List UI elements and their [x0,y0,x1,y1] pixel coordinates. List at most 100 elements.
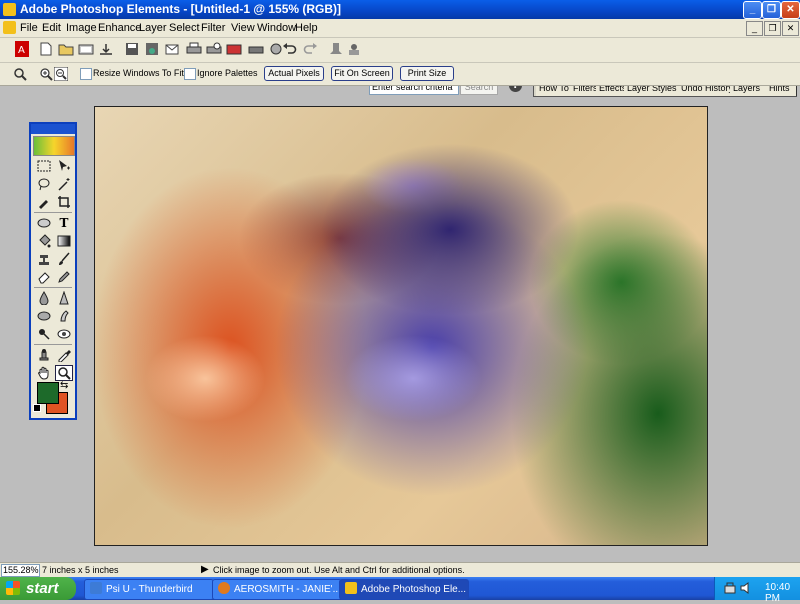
shortcuts-bar: A Enter search criteria Search ? How To … [0,38,800,97]
gradient-tool-icon[interactable] [55,233,73,249]
step-forward-icon[interactable] [346,41,362,57]
title-bar: Adobe Photoshop Elements - [Untitled-1 @… [0,0,800,19]
image-canvas[interactable] [94,106,708,546]
menu-enhance[interactable]: Enhance [98,22,141,34]
thunderbird-icon [90,582,102,594]
magic-wand-icon[interactable] [55,176,73,192]
task-photoshop[interactable]: Adobe Photoshop Ele... [339,579,469,600]
start-button[interactable]: start [0,577,76,600]
fit-on-screen-button[interactable]: Fit On Screen [331,66,393,81]
tray-device-icon[interactable] [723,581,737,598]
marquee-tool-icon[interactable] [35,158,53,174]
smudge-tool-icon[interactable] [55,308,73,324]
options-bar: Resize Windows To Fit Ignore Palettes Ac… [0,63,800,86]
tray-volume-icon[interactable] [739,581,753,598]
type-tool-icon[interactable]: T [55,215,73,231]
blur-tool-icon[interactable] [35,290,53,306]
task-firefox[interactable]: AEROSMITH - JANIE'... [212,579,342,600]
redo-icon [302,41,318,57]
task-thunderbird[interactable]: Psi U - Thunderbird [84,579,214,600]
sharpen-tool-icon[interactable] [55,290,73,306]
menu-layer[interactable]: Layer [139,22,167,34]
app-icon [3,3,16,16]
online-services-icon[interactable] [226,41,242,57]
step-backward-icon[interactable] [328,41,344,57]
save-for-web-icon[interactable] [144,41,160,57]
default-colors-icon[interactable] [33,404,41,412]
zoom-level-field[interactable]: 155.28% [1,564,40,577]
toolbox-handle[interactable] [31,124,75,134]
import-icon[interactable] [98,41,114,57]
undo-icon[interactable] [282,41,298,57]
zoom-in-icon[interactable] [38,66,54,82]
menu-help[interactable]: Help [295,22,318,34]
print-online-icon[interactable] [248,41,264,57]
menu-file[interactable]: File [20,22,38,34]
toolbox-divider [34,212,72,213]
new-file-icon[interactable] [38,41,54,57]
print-size-button[interactable]: Print Size [400,66,454,81]
toolbox-divider [34,287,72,288]
photoshop-elements-logo[interactable] [33,136,75,156]
attach-email-icon[interactable] [164,41,180,57]
print-icon[interactable] [186,41,202,57]
pencil-tool-icon[interactable] [55,269,73,285]
print-preview-icon[interactable] [206,41,222,57]
eraser-tool-icon[interactable] [35,269,53,285]
status-hint: Click image to zoom out. Use Alt and Ctr… [213,565,465,575]
clock[interactable]: 10:40 PM [765,582,800,604]
firefox-icon [218,582,230,594]
system-tray: 10:40 PM [714,577,800,604]
adobe-icon[interactable]: A [14,41,30,57]
maximize-button[interactable]: ❐ [762,1,781,19]
status-bar: 155.28% 7 inches x 5 inches ▶ Click imag… [0,562,800,578]
lasso-tool-icon[interactable] [35,176,53,192]
sponge-tool-icon[interactable] [35,308,53,324]
red-eye-tool-icon[interactable] [55,326,73,342]
resize-windows-checkbox[interactable] [80,68,92,80]
actual-pixels-button[interactable]: Actual Pixels [264,66,324,81]
swap-colors-icon[interactable]: ⇆ [60,380,68,391]
selection-brush-icon[interactable] [35,194,53,210]
clone-stamp-icon[interactable] [35,251,53,267]
resize-windows-label: Resize Windows To Fit [93,68,184,78]
menu-edit[interactable]: Edit [42,22,61,34]
document-icon[interactable] [3,21,16,34]
open-folder-icon[interactable] [58,41,74,57]
doc-minimize-button[interactable]: _ [746,21,763,36]
foreground-color-swatch[interactable] [37,382,59,404]
shape-tool-icon[interactable] [35,215,53,231]
minimize-button[interactable]: _ [743,1,762,19]
close-button[interactable]: ✕ [781,1,800,19]
menu-view[interactable]: View [231,22,255,34]
taskbar: start Psi U - Thunderbird AEROSMITH - JA… [0,577,800,604]
status-arrow-icon[interactable]: ▶ [201,564,209,575]
start-label: start [26,580,59,597]
document-size[interactable]: 7 inches x 5 inches [42,565,119,575]
zoom-tool-icon [12,66,28,82]
move-tool-icon[interactable] [55,158,73,174]
task-label: Psi U - Thunderbird [106,584,193,595]
crop-tool-icon[interactable] [55,194,73,210]
save-icon[interactable] [124,41,140,57]
brush-tool-icon[interactable] [55,251,73,267]
hand-tool-icon[interactable] [35,365,53,381]
menu-window[interactable]: Window [257,22,296,34]
task-label: Adobe Photoshop Ele... [361,584,467,595]
menu-filter[interactable]: Filter [201,22,225,34]
eyedropper-icon[interactable] [55,347,73,363]
zoom-out-icon[interactable] [53,66,69,82]
doc-restore-button[interactable]: ❐ [764,21,781,36]
zoom-tool-icon[interactable] [55,365,73,381]
browse-icon[interactable] [78,41,94,57]
task-label: AEROSMITH - JANIE'... [234,584,341,595]
doc-close-button[interactable]: ✕ [782,21,799,36]
dodge-tool-icon[interactable] [35,326,53,342]
ignore-palettes-checkbox[interactable] [184,68,196,80]
menu-image[interactable]: Image [66,22,97,34]
photoshop-elements-icon [345,582,357,594]
menu-bar: File Edit Image Enhance Layer Select Fil… [0,19,800,38]
paint-bucket-icon[interactable] [35,233,53,249]
custom-shape-icon[interactable] [35,347,53,363]
menu-select[interactable]: Select [169,22,200,34]
